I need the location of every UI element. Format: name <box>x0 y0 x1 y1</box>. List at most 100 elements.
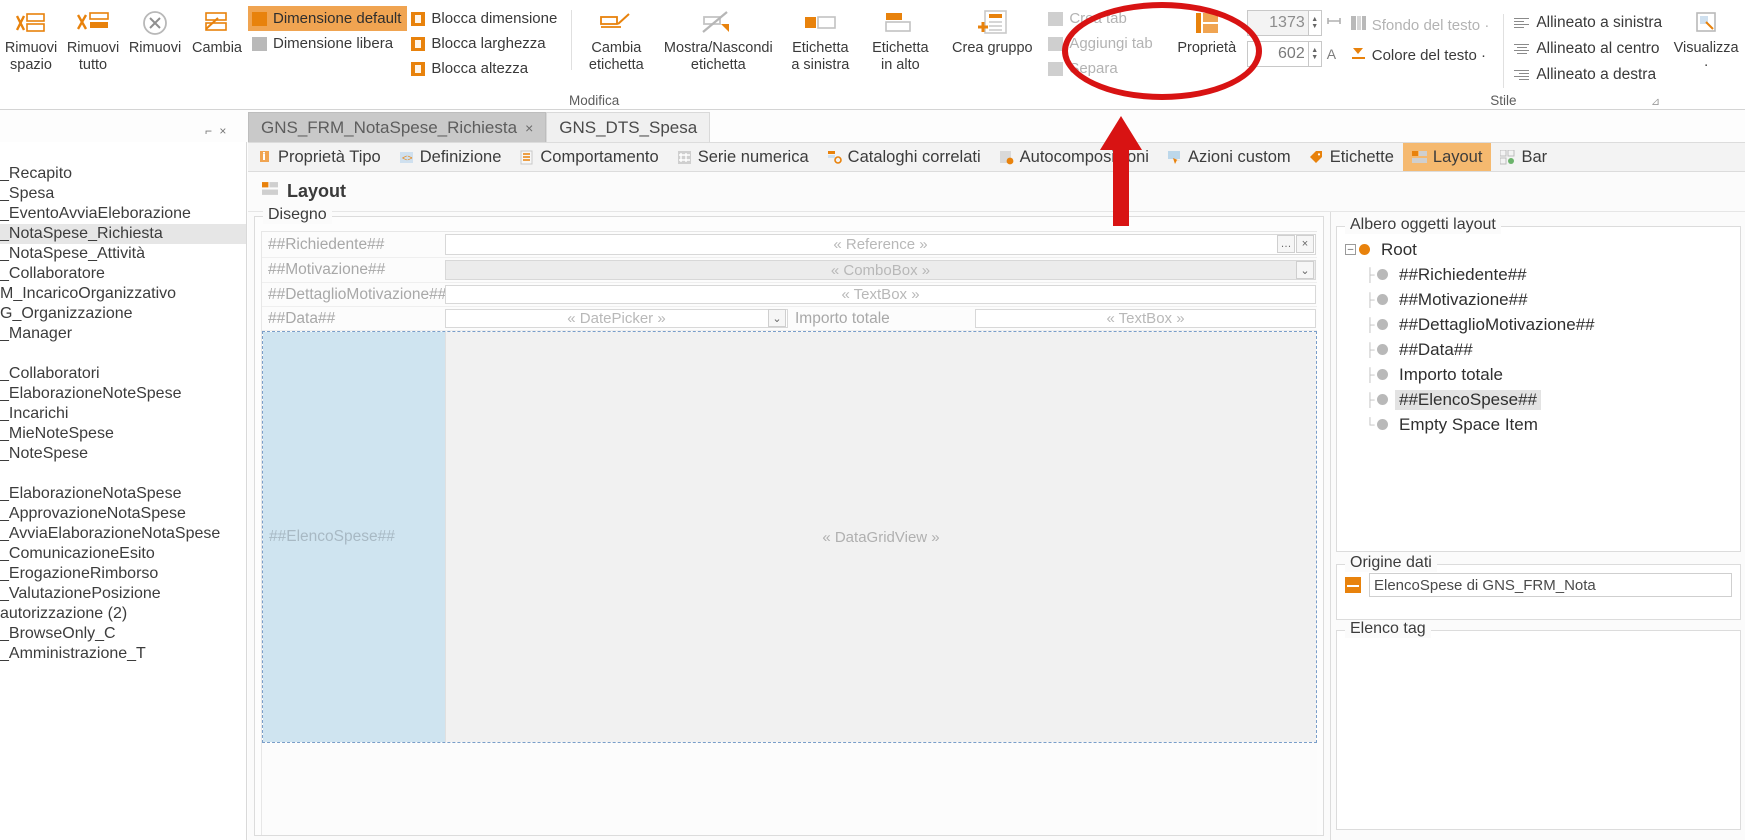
sidebar-item[interactable]: _Amministrazione_T <box>0 644 246 664</box>
sidebar-item[interactable]: _BrowseOnly_C <box>0 624 246 644</box>
design-canvas[interactable]: ##Richiedente## « Reference » … × ##Moti… <box>261 231 1317 835</box>
toggle-blocca-altezza[interactable]: Blocca altezza <box>407 56 563 81</box>
toggle-dimensione-default[interactable]: Dimensione default <box>248 6 408 31</box>
tree-node-root[interactable]: – Root <box>1345 237 1740 262</box>
object-explorer-sidebar[interactable]: _Recapito _Spesa _EventoAvviaEleborazion… <box>0 142 247 840</box>
sidebar-item[interactable]: _Incarichi <box>0 404 246 424</box>
etichetta-in-alto-button[interactable]: Etichetta in alto <box>860 4 940 74</box>
sidebar-item[interactable]: _NotaSpese_Attività <box>0 244 246 264</box>
remove-button[interactable]: Rimuovi <box>124 4 186 57</box>
tree-node-richiedente[interactable]: ├ ##Richiedente## <box>1345 262 1740 287</box>
cambia-etichetta-button[interactable]: Cambia etichetta <box>576 4 656 74</box>
left-panel-pin-controls[interactable]: ⌐ × <box>205 124 228 138</box>
annotation-arrow-pointer <box>1100 116 1142 226</box>
nav-item-cataloghi-correlati[interactable]: Cataloghi correlati <box>818 143 990 171</box>
change-button[interactable]: Cambia <box>186 4 248 57</box>
nav-item-bar[interactable]: Bar <box>1491 143 1556 171</box>
tab-actions-column: Crea tab Aggiungi tab Separa <box>1044 4 1158 81</box>
tree-node-elenco-spese[interactable]: ├ ##ElencoSpese## <box>1345 387 1740 412</box>
textbox-control[interactable]: « TextBox » <box>444 283 1317 306</box>
sidebar-item[interactable]: _ValutazionePosizione <box>0 584 246 604</box>
visualizza-button[interactable]: Visualizza · <box>1666 4 1745 74</box>
sidebar-item[interactable]: _Recapito <box>0 164 246 184</box>
sidebar-item[interactable]: _Spesa <box>0 184 246 204</box>
datepicker-dropdown-button[interactable]: ⌄ <box>768 309 786 327</box>
sidebar-item[interactable]: _Collaboratori <box>0 364 246 384</box>
stile-dialog-launcher[interactable]: ⊿ <box>1651 95 1660 108</box>
toggle-blocca-larghezza[interactable]: Blocca larghezza <box>407 31 563 56</box>
allineato-a-sinistra-item[interactable]: Allineato a sinistra <box>1510 10 1666 36</box>
datepicker-control[interactable]: « DatePicker » ⌄ <box>444 307 789 330</box>
ribbon-toolbar: Rimuovi spazio Rimuovi tutto Rimuovi Cam… <box>0 0 1745 110</box>
nav-item-comportamento[interactable]: Comportamento <box>510 143 667 171</box>
allineato-sinistra-label: Allineato a sinistra <box>1536 14 1663 31</box>
sidebar-item[interactable]: M_IncaricoOrganizzativo <box>0 284 246 304</box>
sfondo-del-testo-item[interactable]: Sfondo del testo · <box>1347 10 1496 40</box>
mostra-nascondi-etichetta-button[interactable]: Mostra/Nascondi etichetta <box>656 4 780 74</box>
toggle-dimensione-libera[interactable]: Dimensione libera <box>248 31 407 56</box>
nav-item-proprieta-tipo[interactable]: Proprietà Tipo <box>248 143 390 171</box>
crea-tab-item[interactable]: Crea tab <box>1044 6 1158 31</box>
tree-node-empty-space-item[interactable]: └ Empty Space Item <box>1345 412 1740 437</box>
design-row-motivazione[interactable]: ##Motivazione## « ComboBox » ⌄ <box>262 258 1317 283</box>
combobox-control[interactable]: « ComboBox » ⌄ <box>444 258 1317 282</box>
nav-item-layout[interactable]: Layout <box>1402 143 1492 171</box>
toggle-blocca-dimensione[interactable]: Blocca dimensione <box>407 6 563 31</box>
design-row-dettaglio-motivazione[interactable]: ##DettaglioMotivazione## « TextBox » <box>262 283 1317 307</box>
sidebar-item-selected[interactable]: _NotaSpese_Richiesta <box>0 224 246 244</box>
document-tab-nota-spese-richiesta[interactable]: GNS_FRM_NotaSpese_Richiesta × <box>248 112 547 142</box>
expander-icon[interactable]: – <box>1345 244 1356 255</box>
design-row-data[interactable]: ##Data## « DatePicker » ⌄ Importo totale… <box>262 307 1317 331</box>
design-row-elenco-spese[interactable]: ##ElencoSpese## « DataGridView » <box>262 331 1317 743</box>
width-input[interactable]: 1373 <box>1246 10 1309 36</box>
allineato-al-centro-item[interactable]: Allineato al centro <box>1510 36 1666 62</box>
sidebar-item[interactable]: _AvviaElaborazioneNotaSpese <box>0 524 246 544</box>
etichetta-a-sinistra-button[interactable]: Etichetta a sinistra <box>780 4 860 74</box>
origine-dati-input[interactable]: ElencoSpese di GNS_FRM_Nota <box>1369 573 1732 597</box>
tree-caption: Albero oggetti layout <box>1345 216 1501 234</box>
tree-node-dettaglio-motivazione[interactable]: ├ ##DettaglioMotivazione## <box>1345 312 1740 337</box>
close-icon[interactable]: × <box>525 120 533 136</box>
colore-del-testo-item[interactable]: Colore del testo · <box>1347 40 1496 70</box>
layout-icon <box>1411 150 1427 165</box>
allineato-a-destra-item[interactable]: Allineato a destra <box>1510 62 1666 88</box>
nav-item-serie-numerica[interactable]: Serie numerica <box>668 143 818 171</box>
sidebar-item[interactable]: _Manager <box>0 324 246 344</box>
sidebar-item[interactable]: _ElaborazioneNoteSpese <box>0 384 246 404</box>
sidebar-item[interactable]: _ComunicazioneEsito <box>0 544 246 564</box>
sidebar-item[interactable]: _MieNoteSpese <box>0 424 246 444</box>
document-tab-dts-spesa[interactable]: GNS_DTS_Spesa <box>546 112 711 142</box>
sidebar-item[interactable]: G_Organizzazione <box>0 304 246 324</box>
remove-all-button[interactable]: Rimuovi tutto <box>62 4 124 74</box>
nav-item-etichette[interactable]: Etichette <box>1300 143 1403 171</box>
sidebar-item[interactable]: _ElaborazioneNotaSpese <box>0 484 246 504</box>
nav-item-azioni-custom[interactable]: Azioni custom <box>1158 143 1300 171</box>
reference-browse-button[interactable]: … <box>1277 235 1295 253</box>
tree-node-motivazione[interactable]: ├ ##Motivazione## <box>1345 287 1740 312</box>
crea-gruppo-button[interactable]: Crea gruppo <box>940 4 1044 57</box>
design-row-richiedente[interactable]: ##Richiedente## « Reference » … × <box>262 232 1317 258</box>
tree-node-importo-totale[interactable]: ├ Importo totale <box>1345 362 1740 387</box>
reference-control[interactable]: « Reference » … × <box>444 232 1317 257</box>
reference-clear-button[interactable]: × <box>1296 235 1314 253</box>
height-spinner[interactable]: ▲ ▼ <box>1308 41 1322 67</box>
nav-item-definizione[interactable]: <> Definizione <box>390 143 511 171</box>
importo-textbox-control[interactable]: « TextBox » <box>974 307 1317 330</box>
sidebar-item[interactable]: autorizzazione (2) <box>0 604 246 624</box>
proprieta-button[interactable]: Proprietà <box>1167 4 1247 57</box>
sidebar-item[interactable]: _NoteSpese <box>0 444 246 464</box>
combobox-dropdown-button[interactable]: ⌄ <box>1296 261 1314 279</box>
sidebar-item[interactable]: _ApprovazioneNotaSpese <box>0 504 246 524</box>
height-input[interactable]: 602 <box>1246 41 1309 67</box>
aggiungi-tab-item[interactable]: Aggiungi tab <box>1044 31 1158 56</box>
sidebar-item[interactable]: _ErogazioneRimborso <box>0 564 246 584</box>
tree-node-data[interactable]: ├ ##Data## <box>1345 337 1740 362</box>
sidebar-item[interactable]: _Collaboratore <box>0 264 246 284</box>
ribbon-group-proprieta-title <box>1159 92 1341 110</box>
remove-space-button[interactable]: Rimuovi spazio <box>0 4 62 74</box>
text-color-icon <box>1351 46 1366 64</box>
tree-connector-icon: ├ <box>1365 267 1375 282</box>
sidebar-item[interactable]: _EventoAvviaEleborazione <box>0 204 246 224</box>
width-spinner[interactable]: ▲ ▼ <box>1308 10 1322 36</box>
separa-item[interactable]: Separa <box>1044 56 1158 81</box>
